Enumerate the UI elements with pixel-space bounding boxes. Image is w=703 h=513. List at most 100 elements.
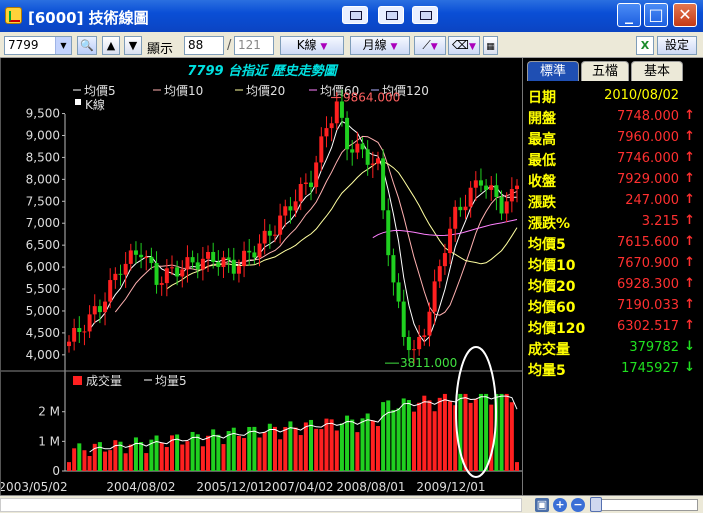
candle-body [123, 263, 128, 275]
volume-bar [509, 402, 514, 471]
candle-body [82, 331, 87, 333]
zoom-out-icon[interactable]: − [571, 498, 585, 512]
up-arrow-icon: ▲ [106, 39, 116, 52]
tab-five-levels[interactable]: 五檔 [581, 61, 629, 81]
minimize-button[interactable]: _ [617, 3, 641, 27]
volume-bar [272, 426, 277, 471]
quote-label: 日期 [528, 90, 556, 106]
chart-toggle-icon[interactable]: ▣ [535, 498, 549, 512]
volume-bar [350, 419, 355, 471]
layout-button-2[interactable] [378, 6, 404, 24]
scroll-up-button[interactable]: ▲ [102, 36, 120, 55]
line-tool-icon: ⟋ [422, 38, 431, 52]
zoom-in-icon[interactable]: + [553, 498, 567, 512]
scroll-down-button[interactable]: ▼ [124, 36, 142, 55]
arrow-up-icon: ↑ [684, 234, 695, 249]
volume-bar [185, 441, 190, 471]
arrow-up-icon: ↑ [684, 318, 695, 333]
candle-body [432, 281, 437, 312]
horizontal-scrollbar[interactable] [0, 498, 522, 512]
arrow-up-icon: ↑ [684, 255, 695, 270]
low-annotation: 3811.000 [400, 356, 457, 370]
candle-body [319, 136, 324, 163]
volume-bar [381, 402, 386, 471]
candle-body [252, 252, 257, 258]
candle-body [180, 269, 185, 277]
candle-body [345, 117, 350, 150]
zoom-slider-thumb[interactable] [590, 497, 602, 512]
candle-body [133, 250, 138, 255]
volume-bar [144, 453, 149, 471]
layout-button-1[interactable] [342, 6, 368, 24]
volume-bar [262, 432, 267, 471]
candle-body [278, 215, 283, 235]
candle-body [298, 184, 303, 202]
legend-swatch [73, 376, 82, 385]
candle-body [494, 185, 499, 197]
volume-bar [97, 442, 102, 471]
volume-bar [406, 400, 411, 471]
grid-button[interactable]: ▦ [483, 36, 498, 55]
candle-body [360, 143, 365, 150]
quote-value: 7746.000 [616, 151, 679, 166]
volume-bar [442, 393, 447, 471]
chart-svg[interactable]: 7799 台指近 歷史走勢圖均價5 均價10 均價20 均價60 均價120K線9,50… [1, 58, 523, 495]
candle-body [396, 282, 401, 302]
quote-label: 均量5 [528, 363, 566, 379]
high-annotation: 9864.000 [343, 91, 400, 105]
candle-body [113, 273, 118, 281]
maximize-button[interactable]: □ [644, 3, 668, 27]
x-tick-label: 2009/12/01 [416, 480, 485, 494]
ma-line [372, 219, 518, 239]
search-button[interactable]: 🔍 [77, 36, 97, 55]
quote-value: 6302.517 [616, 319, 679, 334]
volume-bar [133, 437, 138, 471]
quote-row: 收盤 7929.000 ↑ [523, 169, 703, 190]
chart-title: 7799 台指近 歷史走勢圖 [187, 63, 338, 79]
price-chart-area[interactable]: 7799 台指近 歷史走勢圖 均價5 均價10 均價20 均價60 均價120 K線 9,50… [0, 58, 523, 495]
volume-bar [236, 435, 241, 471]
quote-label: 均價60 [528, 300, 576, 316]
close-button[interactable]: ✕ [673, 3, 697, 27]
candle-body [324, 128, 329, 137]
tab-basic[interactable]: 基本 [631, 61, 683, 81]
chevron-down-icon[interactable]: ▼ [55, 37, 71, 54]
tab-standard[interactable]: 標準 [527, 61, 579, 81]
candle-body [329, 123, 334, 129]
zoom-slider-track[interactable] [590, 499, 698, 511]
layout-button-3[interactable] [412, 6, 438, 24]
candle-body [365, 149, 370, 165]
candle-body [437, 266, 442, 282]
volume-bar [504, 393, 509, 471]
period-menu[interactable]: 月線 ▼ [350, 36, 410, 55]
separator-slash: / [227, 38, 232, 53]
quote-row: 最低 7746.000 ↑ [523, 148, 703, 169]
candle-body [257, 243, 262, 258]
eraser-button[interactable]: ⌫▼ [448, 36, 480, 55]
stock-code-combo[interactable]: 7799 ▼ [4, 36, 72, 55]
arrow-up-icon: ↑ [684, 171, 695, 186]
candle-body [473, 180, 478, 188]
volume-bar [77, 443, 82, 471]
volume-bar [159, 443, 164, 471]
candle-body [77, 327, 82, 332]
candle-body [236, 266, 241, 274]
chart-type-menu[interactable]: K線 ▼ [280, 36, 344, 55]
y-tick-label: 7,000 [26, 216, 60, 230]
excel-button[interactable]: X [636, 36, 654, 55]
line-tool-button[interactable]: ⟋▼ [414, 36, 446, 55]
volume-bar [448, 401, 453, 471]
display-count-input[interactable]: 88 [184, 36, 224, 55]
candle-body [139, 254, 144, 258]
period-label: 月線 [362, 38, 387, 52]
quote-value: 2010/08/02 [604, 88, 679, 103]
quote-label: 均價120 [528, 321, 586, 337]
y-tick-label: 1 M [38, 434, 60, 448]
settings-button[interactable]: 設定 [657, 36, 697, 55]
volume-bar [473, 399, 478, 471]
candle-body [97, 306, 102, 313]
candle-body [195, 262, 200, 270]
quote-value: 7929.000 [616, 172, 679, 187]
candle-body [200, 258, 205, 270]
candle-body [242, 250, 247, 267]
